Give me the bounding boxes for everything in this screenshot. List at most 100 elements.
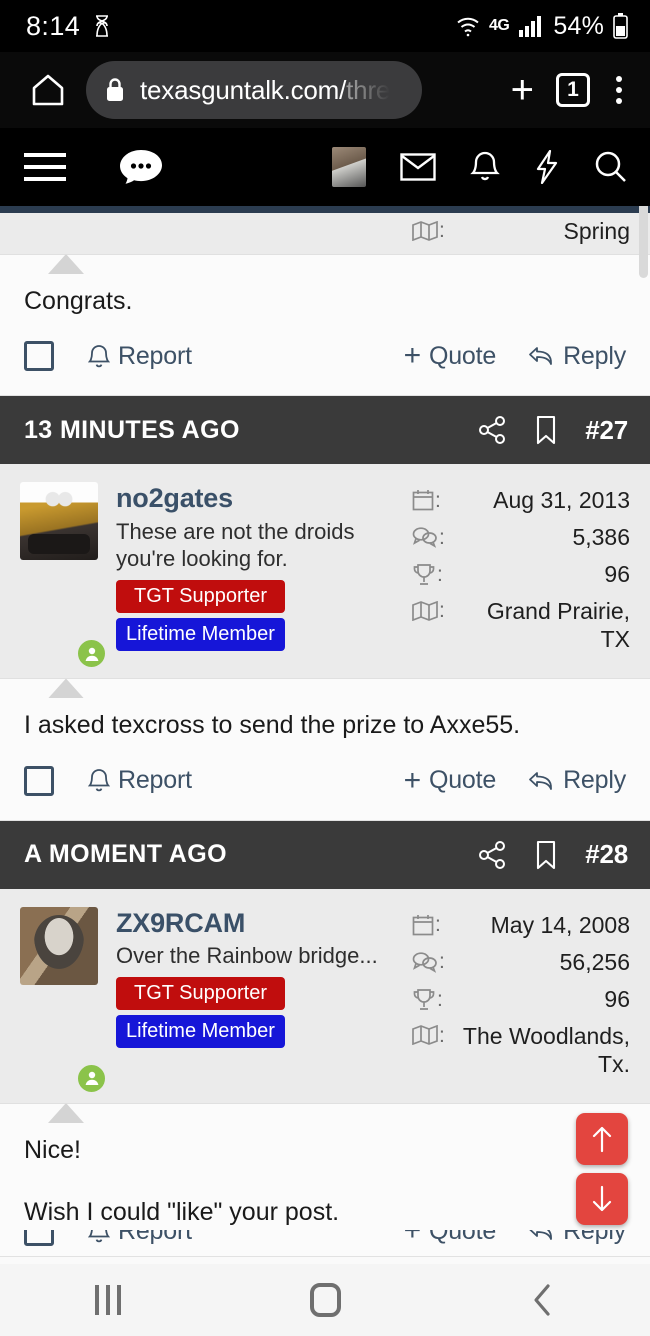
share-icon[interactable] bbox=[477, 415, 507, 445]
post-27: 13 MINUTES AGO #27 no2gates These are no… bbox=[0, 396, 650, 821]
avatar[interactable] bbox=[20, 482, 107, 670]
quote-label: Quote bbox=[428, 766, 497, 795]
post-text: Nice! Wish I could "like" your post. bbox=[24, 1132, 626, 1231]
select-post-checkbox[interactable] bbox=[24, 1230, 54, 1247]
user-stats: Spring bbox=[412, 213, 630, 244]
quote-button[interactable]: + Quote bbox=[403, 339, 497, 373]
bell-icon bbox=[88, 344, 110, 369]
signal-bars-icon bbox=[518, 15, 544, 37]
scroll-buttons bbox=[576, 1113, 628, 1233]
user-title: Over the Rainbow bridge... bbox=[116, 943, 378, 969]
walle-avatar bbox=[20, 482, 98, 561]
select-post-checkbox[interactable] bbox=[24, 341, 54, 372]
reply-button[interactable]: Reply bbox=[528, 342, 626, 371]
lightning-bolt-icon[interactable] bbox=[534, 150, 560, 184]
hamburger-icon[interactable] bbox=[24, 153, 66, 181]
report-button[interactable]: Report bbox=[88, 1230, 192, 1246]
page-scrollbar[interactable] bbox=[639, 206, 648, 278]
post-body: Congrats. bbox=[0, 254, 650, 320]
chat-bubble-icon[interactable] bbox=[118, 147, 164, 187]
speech-notch bbox=[48, 678, 84, 699]
map-icon bbox=[412, 217, 445, 241]
quote-button[interactable]: + Quote bbox=[404, 1230, 497, 1246]
reply-button[interactable]: Reply bbox=[528, 766, 626, 795]
post-text: Congrats. bbox=[24, 283, 626, 319]
username[interactable]: no2gates bbox=[116, 484, 394, 514]
kebab-menu-icon[interactable] bbox=[612, 72, 626, 108]
search-icon[interactable] bbox=[594, 150, 628, 184]
quote-button[interactable]: + Quote bbox=[403, 763, 497, 797]
trophy-icon bbox=[412, 560, 443, 586]
envelope-icon[interactable] bbox=[400, 153, 436, 181]
plus-icon[interactable]: + bbox=[511, 70, 534, 110]
map-icon bbox=[412, 597, 445, 621]
report-label: Report bbox=[118, 1230, 192, 1245]
badge-tgt-supporter: TGT Supporter bbox=[116, 579, 285, 613]
avatar[interactable] bbox=[20, 906, 107, 1094]
bookmark-icon[interactable] bbox=[535, 840, 557, 870]
stat-joined-value: Aug 31, 2013 bbox=[493, 487, 630, 514]
post-paragraph: Wish I could "like" your post. bbox=[24, 1198, 340, 1227]
post-header-actions: #27 bbox=[477, 415, 628, 446]
badge-lifetime-member: Lifetime Member bbox=[116, 617, 285, 651]
calendar-icon bbox=[412, 911, 441, 936]
select-post-checkbox[interactable] bbox=[24, 765, 54, 796]
home-circle-icon[interactable] bbox=[310, 1283, 342, 1317]
post-number[interactable]: #28 bbox=[585, 839, 628, 870]
post-header: 13 MINUTES AGO #27 bbox=[0, 396, 650, 465]
user-info: no2gates These are not the droids you're… bbox=[116, 482, 394, 662]
plus-icon: + bbox=[403, 763, 422, 797]
home-button[interactable] bbox=[20, 73, 76, 107]
report-label: Report bbox=[118, 766, 192, 795]
stat-messages-value: 56,256 bbox=[559, 948, 630, 975]
post-28: A MOMENT AGO #28 ZX9RCAM Over the Rainbo… bbox=[0, 820, 650, 1258]
back-chevron-icon[interactable] bbox=[531, 1283, 555, 1317]
post-clipped-top: Spring Congrats. Report bbox=[0, 213, 650, 397]
post-paragraph: I asked texcross to send the prize to Ax… bbox=[24, 711, 521, 740]
share-icon[interactable] bbox=[477, 840, 507, 870]
map-icon bbox=[412, 1022, 445, 1046]
forum-navbar bbox=[0, 128, 650, 206]
arrow-up-icon bbox=[592, 1126, 612, 1153]
status-bar-right: 4G 54% bbox=[456, 12, 628, 41]
phone-screen: 8:14 4G 54% texasguntalk.com/thre + 1: … bbox=[0, 0, 650, 1336]
report-button[interactable]: Report bbox=[88, 342, 192, 371]
browser-toolbar: texasguntalk.com/thre + 1 bbox=[0, 52, 650, 128]
post-number[interactable]: #27 bbox=[585, 415, 628, 446]
post-actions: Report + Quote Reply bbox=[0, 319, 650, 396]
post-actions: Report + Quote Reply bbox=[0, 743, 650, 820]
user-stats: May 14, 2008 56,256 96 bbox=[412, 907, 630, 1087]
plus-icon: + bbox=[403, 339, 422, 373]
dog-avatar bbox=[20, 906, 98, 985]
bell-icon[interactable] bbox=[470, 150, 500, 184]
post-actions-left: Report bbox=[24, 765, 192, 796]
tab-counter[interactable]: 1 bbox=[556, 73, 590, 107]
post-paragraph: Nice! bbox=[24, 1135, 81, 1164]
username[interactable]: ZX9RCAM bbox=[116, 908, 394, 939]
post-user-bar: ZX9RCAM Over the Rainbow bridge... TGT S… bbox=[0, 888, 650, 1104]
post-header: A MOMENT AGO #28 bbox=[0, 820, 650, 889]
messages-icon bbox=[412, 948, 445, 973]
user-title: These are not the droids you're looking … bbox=[116, 518, 355, 571]
report-button[interactable]: Report bbox=[88, 766, 192, 795]
online-status-icon bbox=[76, 1062, 107, 1094]
battery-icon bbox=[613, 13, 628, 39]
bell-icon bbox=[88, 1230, 110, 1244]
android-navigation-bar bbox=[0, 1264, 650, 1336]
stat-row-messages: 56,256 bbox=[412, 948, 630, 976]
lock-icon bbox=[104, 77, 126, 103]
address-bar[interactable]: texasguntalk.com/thre bbox=[86, 61, 422, 119]
recents-icon[interactable] bbox=[94, 1285, 121, 1315]
status-bar: 8:14 4G 54% bbox=[0, 0, 650, 52]
scroll-down-button[interactable] bbox=[576, 1173, 628, 1225]
badge-lifetime-member: Lifetime Member bbox=[116, 1015, 285, 1049]
user-info bbox=[116, 213, 394, 238]
home-icon bbox=[32, 74, 64, 106]
stat-trophies-value: 96 bbox=[604, 985, 630, 1012]
user-avatar-thumbnail[interactable] bbox=[332, 147, 366, 187]
status-bar-left: 8:14 bbox=[26, 11, 112, 42]
stat-joined-value: May 14, 2008 bbox=[490, 911, 630, 938]
bookmark-icon[interactable] bbox=[535, 415, 557, 445]
post-paragraph: Congrats. bbox=[24, 287, 133, 315]
scroll-up-button[interactable] bbox=[576, 1113, 628, 1165]
